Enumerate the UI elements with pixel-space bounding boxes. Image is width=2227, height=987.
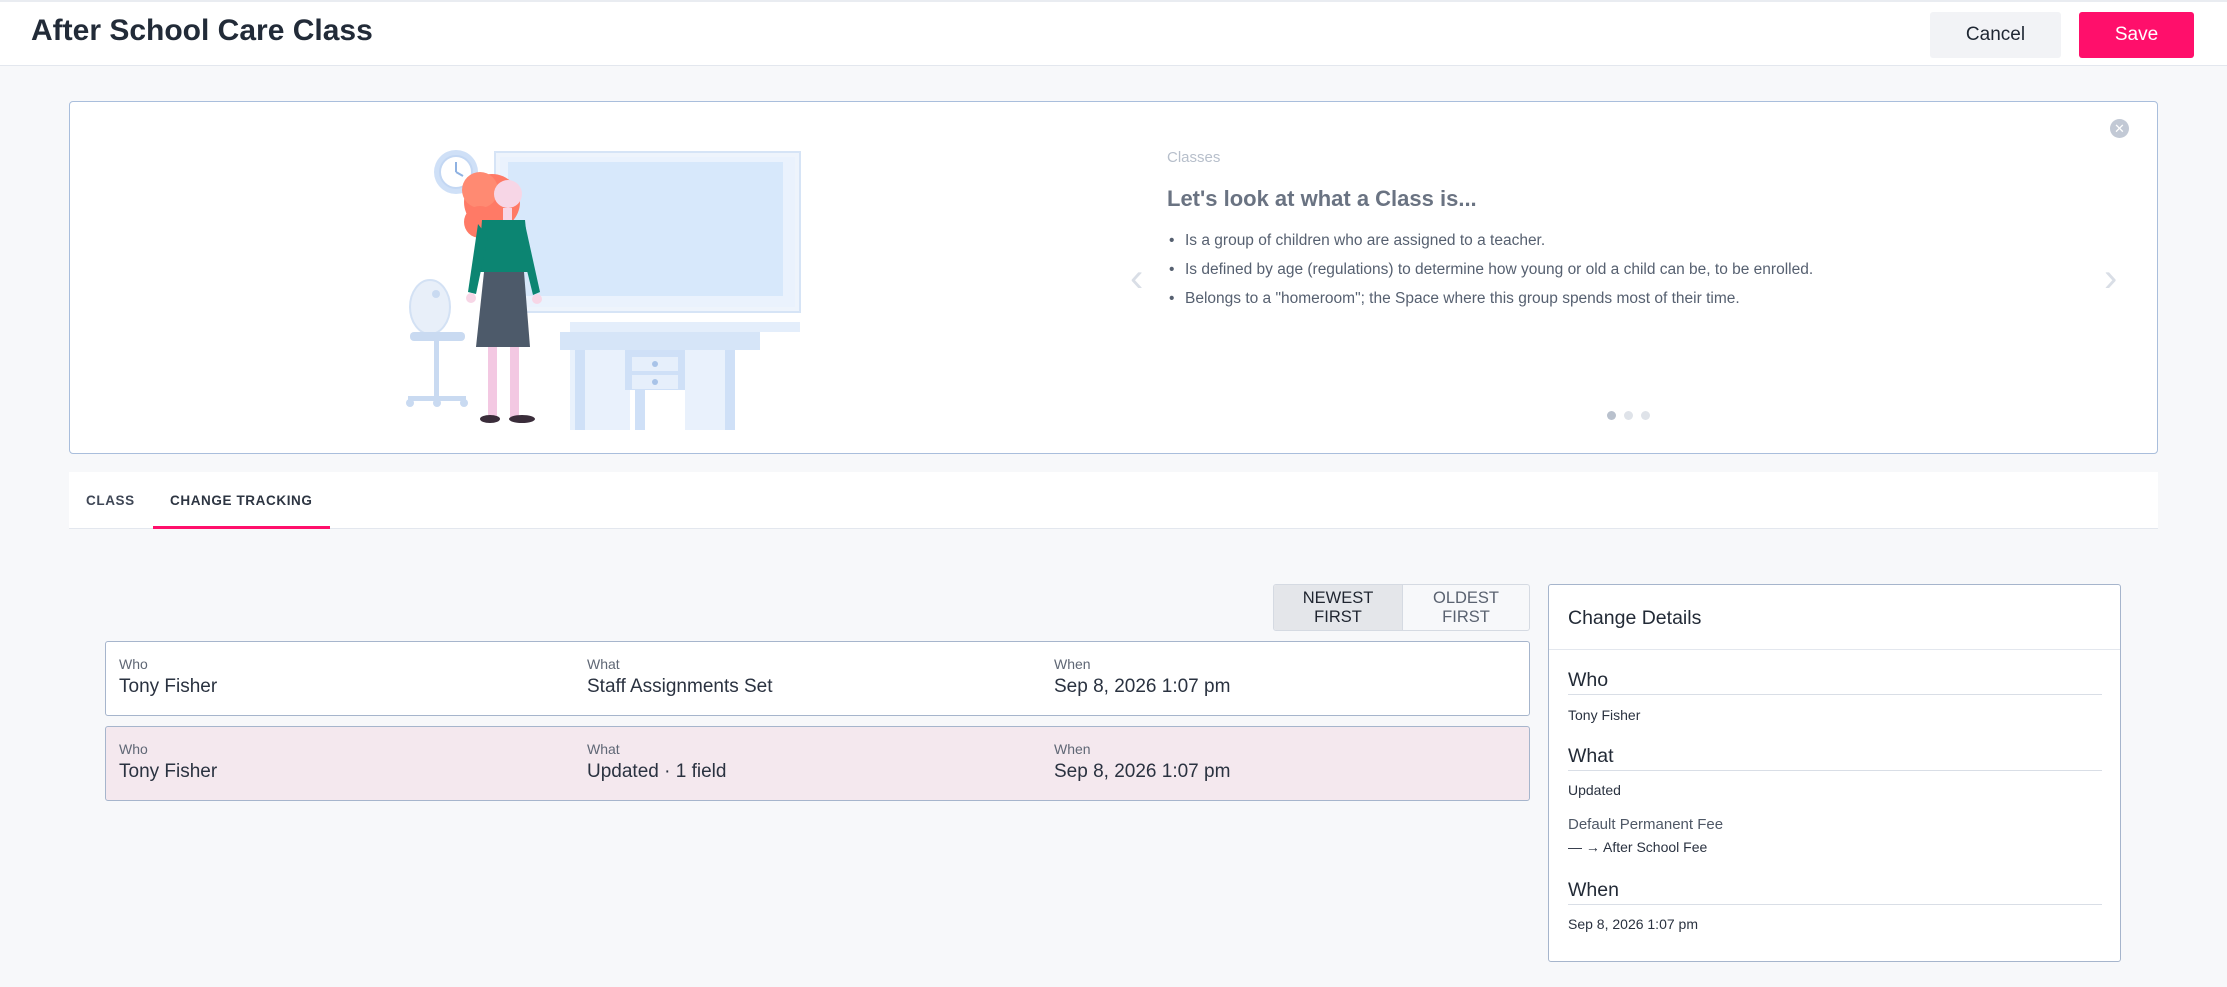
change-details-title: Change Details [1568,607,1702,629]
slide-dot-3[interactable] [1641,411,1650,420]
save-button[interactable]: Save [2079,12,2194,58]
divider [1549,649,2120,650]
change-row[interactable]: Who Tony Fisher What Staff Assignments S… [105,641,1530,716]
details-when-heading: When [1568,879,2102,905]
slide-indicator [1607,411,1650,420]
who-cell: Who Tony Fisher [119,741,217,783]
what-value: Staff Assignments Set [587,676,773,697]
page-title: After School Care Class [31,14,373,47]
change-row-selected[interactable]: Who Tony Fisher What Updated · 1 field W… [105,726,1530,801]
banner-bullet: Is a group of children who are assigned … [1167,230,1813,259]
tab-class[interactable]: CLASS [69,472,152,529]
banner-bullet-list: Is a group of children who are assigned … [1167,230,1813,317]
banner-heading: Let's look at what a Class is... [1167,186,1477,211]
slide-dot-1[interactable] [1607,411,1616,420]
top-bar: After School Care Class Cancel Save [0,0,2227,66]
what-label: What [587,656,620,672]
tab-bar: CLASS CHANGE TRACKING [69,472,2158,529]
sort-order-toggle: NEWEST FIRST OLDEST FIRST [1273,584,1530,631]
next-slide-arrow-icon[interactable]: › [2104,258,2117,298]
when-value: Sep 8, 2026 1:07 pm [1054,761,1231,782]
when-cell: When Sep 8, 2026 1:07 pm [1054,656,1230,698]
when-label: When [1054,741,1091,757]
details-field-name: Default Permanent Fee [1568,816,1724,833]
who-label: Who [119,656,148,672]
banner-bullet: Belongs to a "homeroom"; the Space where… [1167,288,1813,317]
tab-change-tracking[interactable]: CHANGE TRACKING [153,472,330,529]
details-what-heading: What [1568,745,2102,771]
info-banner: ‹ Classes Let's look at what a Class is.… [69,101,2158,454]
change-details-panel: Change Details Who Tony Fisher What Upda… [1548,584,2121,962]
when-cell: When Sep 8, 2026 1:07 pm [1054,741,1230,783]
banner-kicker: Classes [1167,149,1221,166]
what-label: What [587,741,620,757]
what-cell: What Updated · 1 field [587,741,726,783]
when-value: Sep 8, 2026 1:07 pm [1054,676,1231,697]
details-field-change: — → After School Fee [1568,839,1708,855]
what-value: Updated · 1 field [587,761,727,782]
banner-bullet: Is defined by age (regulations) to deter… [1167,259,1813,288]
details-when-value: Sep 8, 2026 1:07 pm [1568,916,1698,932]
who-cell: Who Tony Fisher [119,656,217,698]
who-value: Tony Fisher [119,761,218,782]
teacher-illustration [406,150,801,430]
sort-newest-first-button[interactable]: NEWEST FIRST [1274,585,1403,630]
details-who-value: Tony Fisher [1568,707,1641,723]
what-cell: What Staff Assignments Set [587,656,773,698]
details-what-value: Updated [1568,782,1621,798]
cancel-button[interactable]: Cancel [1930,12,2061,58]
close-banner-icon[interactable]: ✕ [2110,119,2129,138]
previous-slide-arrow-icon[interactable]: ‹ [1130,258,1143,298]
details-who-heading: Who [1568,669,2102,695]
sort-oldest-first-button[interactable]: OLDEST FIRST [1403,585,1529,630]
when-label: When [1054,656,1091,672]
slide-dot-2[interactable] [1624,411,1633,420]
who-value: Tony Fisher [119,676,218,697]
who-label: Who [119,741,148,757]
